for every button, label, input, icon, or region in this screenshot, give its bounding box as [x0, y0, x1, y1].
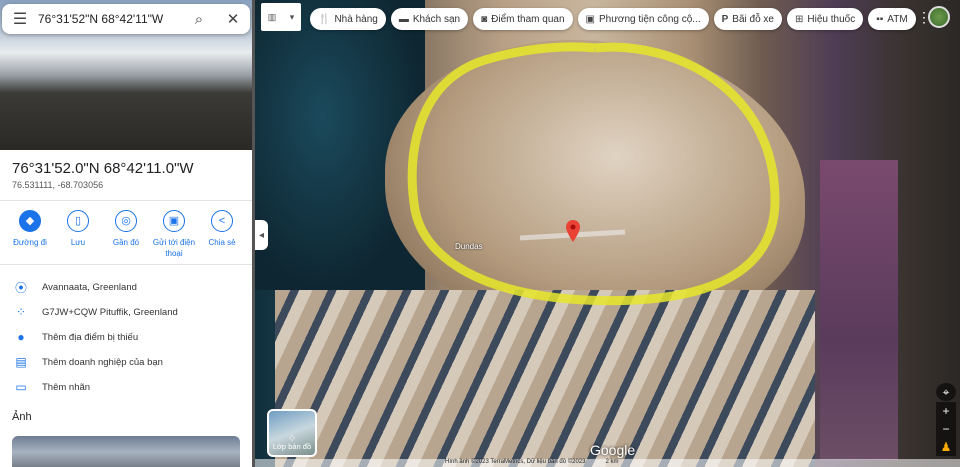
directions-button[interactable]: ◆ Đường đi — [6, 210, 54, 259]
chevron-left-icon: ◂ — [258, 229, 265, 241]
directions-label: Đường đi — [13, 238, 47, 247]
chip-hotels[interactable]: ▬ Khách sạn — [390, 8, 469, 30]
compass-button[interactable]: ⌖ — [936, 383, 956, 401]
close-icon[interactable]: ✕ — [216, 10, 250, 28]
pharmacy-icon: ⊞ — [795, 13, 804, 25]
share-label: Chia sẻ — [208, 238, 236, 247]
transit-icon: ▣ — [585, 13, 595, 25]
place-title: 76°31'52.0"N 68°42'11.0"W — [12, 160, 194, 177]
chevron-down-icon: ▾ — [289, 11, 295, 22]
search-input[interactable]: 76°31'52"N 68°42'11"W — [38, 12, 182, 26]
add-label[interactable]: ▭ Thêm nhãn — [0, 377, 252, 397]
search-icon[interactable]: ⌕ — [182, 11, 216, 28]
share-icon: < — [211, 210, 233, 232]
directions-icon: ◆ — [19, 210, 41, 232]
chip-label: Phương tiện công cộ... — [598, 13, 701, 25]
map-footer: Hình ảnh ©2023 TerraMetrics, Dữ liệu bản… — [255, 459, 960, 467]
nearby-button[interactable]: ◎ Gần đó — [102, 210, 150, 259]
chip-label: ATM — [887, 13, 908, 25]
nearby-label: Gần đó — [112, 238, 140, 247]
nearby-icon: ◎ — [115, 210, 137, 232]
layers-button[interactable]: ◇ Lớp bản đồ — [267, 409, 317, 457]
photos-heading: Ảnh — [12, 411, 32, 423]
info-plus-code[interactable]: ⁘ G7JW+CQW Pituffik, Greenland — [0, 302, 252, 322]
label-icon: ▭ — [15, 380, 27, 394]
divider — [0, 264, 252, 265]
layer-icon: ▥ — [267, 11, 277, 22]
attribution[interactable]: Hình ảnh ©2023 TerraMetrics, Dữ liệu bản… — [445, 459, 586, 467]
layers-label: Lớp bản đồ — [272, 442, 312, 451]
add-place-icon: ● — [17, 330, 25, 344]
account-avatar[interactable] — [928, 6, 950, 28]
chip-atm[interactable]: ▪▪ ATM — [868, 8, 916, 30]
phone-icon: ▣ — [163, 210, 185, 232]
yellow-annotation-circle — [407, 42, 780, 306]
zoom-out-button[interactable]: − — [936, 420, 956, 438]
chip-restaurants[interactable]: 🍴 Nhà hàng — [310, 8, 386, 30]
pegman-icon[interactable]: ♟ — [936, 438, 956, 456]
location-pin-marker[interactable] — [566, 220, 580, 242]
chip-label: Khách sạn — [412, 13, 461, 25]
search-box[interactable]: ☰ 76°31'52"N 68°42'11"W ⌕ ✕ — [2, 4, 250, 34]
info-plus-code-label: G7JW+CQW Pituffik, Greenland — [42, 306, 178, 318]
layers-icon: ◇ — [289, 433, 295, 442]
save-button[interactable]: ▯ Lưu — [54, 210, 102, 259]
add-label-label: Thêm nhãn — [42, 381, 91, 393]
scale-bar[interactable]: 2 km — [606, 459, 619, 467]
chip-label: Nhà hàng — [334, 13, 378, 25]
chip-transit[interactable]: ▣ Phương tiện công cộ... — [577, 8, 709, 30]
atm-icon: ▪▪ — [876, 13, 884, 25]
camera-icon: ◙ — [481, 13, 488, 25]
bed-icon: ▬ — [398, 13, 409, 25]
location-pin-icon: ⦿ — [14, 280, 27, 295]
zoom-in-button[interactable]: + — [936, 402, 956, 420]
plus-code-icon: ⁘ — [15, 305, 27, 319]
google-logo: Google — [590, 442, 636, 458]
collapse-panel-button[interactable]: ◂ — [255, 220, 268, 250]
place-label-dundas[interactable]: Dundas — [455, 242, 483, 251]
info-address[interactable]: ⦿ Avannaata, Greenland — [0, 277, 252, 297]
add-missing-place-label: Thêm địa điểm bị thiếu — [42, 331, 139, 343]
menu-icon[interactable]: ☰ — [2, 9, 38, 29]
add-business[interactable]: ▤ Thêm doanh nghiệp của bạn — [0, 352, 252, 372]
chip-attractions[interactable]: ◙ Điểm tham quan — [473, 8, 573, 30]
send-to-phone-button[interactable]: ▣ Gửi tới điện thoại — [150, 210, 198, 259]
chip-pharmacy[interactable]: ⊞ Hiệu thuốc — [787, 8, 864, 30]
send-to-phone-label: Gửi tới điện thoại — [152, 238, 196, 258]
bookmark-icon: ▯ — [67, 210, 89, 232]
photo-thumbnail[interactable] — [12, 436, 240, 467]
add-missing-place[interactable]: ● Thêm địa điểm bị thiếu — [0, 327, 252, 347]
divider — [0, 200, 252, 201]
parking-icon: P — [721, 13, 729, 25]
chip-label: Hiệu thuốc — [807, 13, 856, 25]
side-panel: ☰ 76°31'52"N 68°42'11"W ⌕ ✕ 76°31'52.0"N… — [0, 0, 252, 467]
share-button[interactable]: < Chia sẻ — [198, 210, 246, 259]
add-business-label: Thêm doanh nghiệp của bạn — [42, 356, 163, 368]
action-row: ◆ Đường đi ▯ Lưu ◎ Gần đó ▣ Gửi tới điện tho… — [0, 210, 252, 259]
place-decimal-coords: 76.531111, -68.703056 — [12, 180, 104, 190]
save-label: Lưu — [70, 238, 86, 247]
layer-toggle[interactable]: ▥ ▾ — [261, 3, 301, 31]
store-add-icon: ▤ — [15, 355, 27, 369]
satellite-map[interactable]: ▥ ▾ 🍴 Nhà hàng ▬ Khách sạn ◙ Điểm tham quan … — [255, 0, 960, 467]
restaurant-icon: 🍴 — [318, 13, 331, 25]
chip-label: Điểm tham quan — [491, 13, 565, 25]
chip-label: Bãi đỗ xe — [732, 13, 774, 25]
info-address-label: Avannaata, Greenland — [42, 281, 137, 293]
category-chips: 🍴 Nhà hàng ▬ Khách sạn ◙ Điểm tham quan ▣ Ph… — [310, 8, 916, 30]
chip-parking[interactable]: P Bãi đỗ xe — [713, 8, 782, 30]
